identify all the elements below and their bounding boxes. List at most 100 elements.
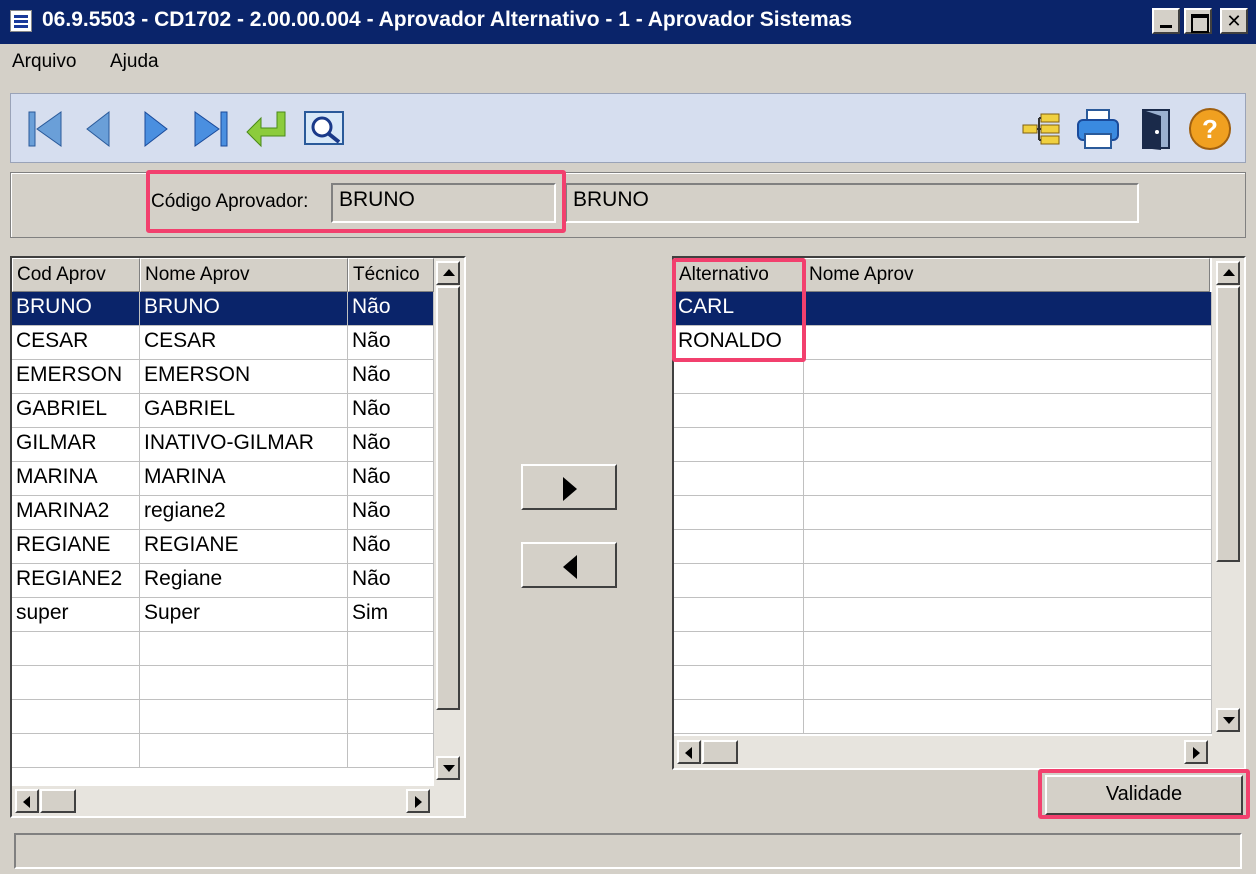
app-icon[interactable] xyxy=(10,10,32,32)
help-icon[interactable]: ? xyxy=(1187,106,1233,152)
approvers-cell: regiane2 xyxy=(140,496,348,530)
alternates-grid-header: Alternativo Nome Aprov xyxy=(674,258,1210,292)
col-nome-aprov-alt[interactable]: Nome Aprov xyxy=(804,258,1210,292)
alternates-cell xyxy=(804,428,1212,462)
previous-record-icon[interactable] xyxy=(75,106,121,152)
alternates-table-row[interactable] xyxy=(674,666,1212,700)
approvers-table-row[interactable]: REGIANE REGIANE Não xyxy=(12,530,434,564)
approvers-table-row[interactable]: super Super Sim xyxy=(12,598,434,632)
alternates-cell xyxy=(674,700,804,734)
alt-scroll-right-button[interactable] xyxy=(1184,740,1208,764)
validade-button[interactable]: Validade xyxy=(1045,775,1243,815)
hscroll-thumb[interactable] xyxy=(40,789,76,813)
approvers-cell: REGIANE2 xyxy=(12,564,140,598)
scroll-thumb[interactable] xyxy=(436,286,460,710)
alt-scroll-left-button[interactable] xyxy=(677,740,701,764)
first-record-icon[interactable] xyxy=(23,106,69,152)
approvers-table-row[interactable] xyxy=(12,734,434,768)
approvers-cell xyxy=(140,734,348,768)
approvers-cell: Super xyxy=(140,598,348,632)
alternates-table-row[interactable] xyxy=(674,394,1212,428)
alternates-cell xyxy=(804,598,1212,632)
remove-alternate-button[interactable] xyxy=(521,542,617,588)
approvers-table-row[interactable]: GILMAR INATIVO-GILMAR Não xyxy=(12,428,434,462)
col-cod-aprov[interactable]: Cod Aprov xyxy=(12,258,140,292)
approvers-table-row[interactable]: CESAR CESAR Não xyxy=(12,326,434,360)
approvers-cell xyxy=(12,632,140,666)
approvers-table-row[interactable] xyxy=(12,700,434,734)
approvers-grid[interactable]: Cod Aprov Nome Aprov Técnico BRUNO BRUNO N… xyxy=(10,256,466,818)
alternates-cell xyxy=(674,428,804,462)
alternates-grid[interactable]: Alternativo Nome Aprov CARL RONALDO xyxy=(672,256,1246,770)
alternates-table-row[interactable] xyxy=(674,598,1212,632)
approvers-hscrollbar[interactable] xyxy=(12,786,464,816)
approvers-table-row[interactable]: GABRIEL GABRIEL Não xyxy=(12,394,434,428)
alt-scroll-down-button[interactable] xyxy=(1216,708,1240,732)
alternates-hscrollbar[interactable] xyxy=(674,736,1244,768)
approvers-cell: Não xyxy=(348,462,434,496)
alternates-table-row[interactable] xyxy=(674,564,1212,598)
exit-door-icon[interactable] xyxy=(1133,106,1179,152)
alternates-table-row[interactable] xyxy=(674,700,1212,734)
approvers-table-row[interactable] xyxy=(12,666,434,700)
alternates-cell xyxy=(674,530,804,564)
menu-arquivo[interactable]: Arquivo xyxy=(12,51,76,73)
code-approver-input[interactable]: BRUNO xyxy=(331,183,556,223)
alt-hscroll-thumb[interactable] xyxy=(702,740,738,764)
approvers-cell: super xyxy=(12,598,140,632)
alternates-table-row[interactable] xyxy=(674,496,1212,530)
scroll-down-button[interactable] xyxy=(436,756,460,780)
approvers-table-row[interactable]: MARINA2 regiane2 Não xyxy=(12,496,434,530)
approvers-table-row[interactable]: EMERSON EMERSON Não xyxy=(12,360,434,394)
next-record-icon[interactable] xyxy=(133,106,179,152)
scroll-up-button[interactable] xyxy=(436,261,460,285)
alternates-cell: CARL xyxy=(674,292,804,326)
approvers-cell: REGIANE xyxy=(12,530,140,564)
approvers-vscrollbar[interactable] xyxy=(434,258,464,786)
approvers-table-row[interactable] xyxy=(12,632,434,666)
approvers-cell: BRUNO xyxy=(12,292,140,326)
tree-structure-icon[interactable] xyxy=(1019,106,1065,152)
alternates-cell xyxy=(674,394,804,428)
search-icon[interactable] xyxy=(301,106,347,152)
approvers-table-row[interactable]: MARINA MARINA Não xyxy=(12,462,434,496)
alternates-table-row[interactable] xyxy=(674,428,1212,462)
col-alternativo[interactable]: Alternativo xyxy=(674,258,804,292)
return-icon[interactable] xyxy=(243,106,289,152)
close-button[interactable]: ✕ xyxy=(1220,8,1248,34)
alternates-table-row[interactable]: CARL xyxy=(674,292,1212,326)
approvers-cell xyxy=(348,734,434,768)
col-tecnico[interactable]: Técnico xyxy=(348,258,434,292)
alternates-table-row[interactable] xyxy=(674,530,1212,564)
alternates-table-row[interactable]: RONALDO xyxy=(674,326,1212,360)
alternates-cell xyxy=(674,496,804,530)
alt-scroll-up-button[interactable] xyxy=(1216,261,1240,285)
approvers-cell xyxy=(140,700,348,734)
alternates-table-row[interactable] xyxy=(674,632,1212,666)
menu-ajuda[interactable]: Ajuda xyxy=(110,51,159,73)
approvers-cell xyxy=(12,666,140,700)
toolbar: ? xyxy=(10,93,1246,163)
maximize-button[interactable] xyxy=(1184,8,1212,34)
approvers-cell: CESAR xyxy=(12,326,140,360)
alt-scroll-thumb[interactable] xyxy=(1216,286,1240,562)
approvers-table-row[interactable]: BRUNO BRUNO Não xyxy=(12,292,434,326)
last-record-icon[interactable] xyxy=(187,106,233,152)
scroll-right-button[interactable] xyxy=(406,789,430,813)
approvers-cell: Não xyxy=(348,394,434,428)
add-alternate-button[interactable] xyxy=(521,464,617,510)
scroll-left-button[interactable] xyxy=(15,789,39,813)
status-bar xyxy=(14,833,1242,869)
col-nome-aprov[interactable]: Nome Aprov xyxy=(140,258,348,292)
alternates-cell xyxy=(674,462,804,496)
alternates-table-row[interactable] xyxy=(674,360,1212,394)
printer-icon[interactable] xyxy=(1075,106,1121,152)
alternates-vscrollbar[interactable] xyxy=(1212,258,1244,736)
approvers-table-row[interactable]: REGIANE2 Regiane Não xyxy=(12,564,434,598)
approvers-cell xyxy=(140,666,348,700)
approvers-cell: MARINA xyxy=(140,462,348,496)
approver-name-field: BRUNO xyxy=(565,183,1139,223)
alternates-table-row[interactable] xyxy=(674,462,1212,496)
minimize-button[interactable] xyxy=(1152,8,1180,34)
approvers-cell: Não xyxy=(348,292,434,326)
